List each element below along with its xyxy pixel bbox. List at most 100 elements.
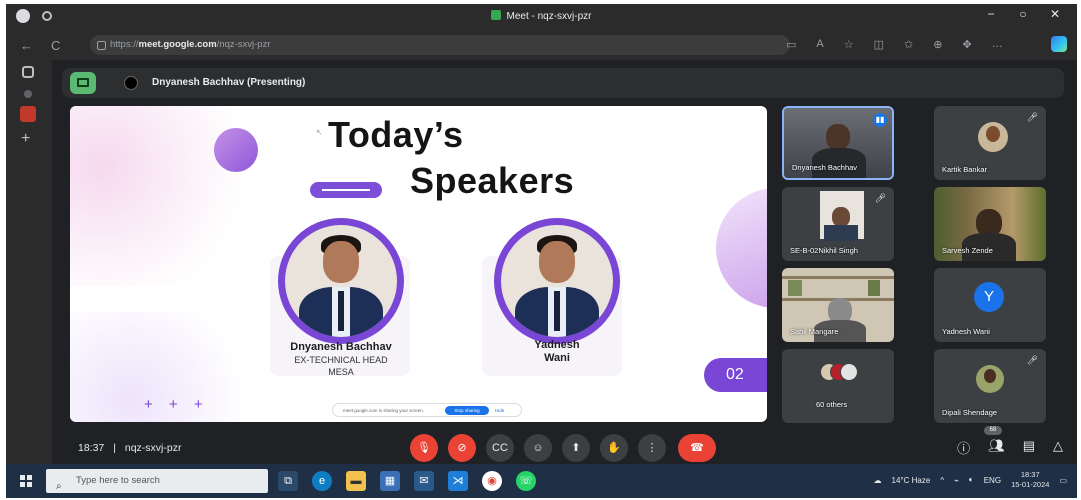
- more-menu-icon[interactable]: …: [992, 38, 1003, 51]
- collections-icon[interactable]: ⊕: [933, 38, 942, 51]
- presented-slide: ↖ Today’s Speakers Dnyanesh Bachhav EX-T…: [70, 106, 767, 422]
- participant-tile[interactable]: Sarvesh Zende: [934, 187, 1046, 261]
- store-icon[interactable]: ▦: [380, 471, 400, 491]
- participant-tile[interactable]: 🎤︎ Dipali Shendage: [934, 349, 1046, 423]
- slide-title-line2: Speakers: [410, 160, 575, 201]
- stop-sharing-button[interactable]: Stop sharing: [445, 406, 489, 415]
- notifications-icon[interactable]: ▭: [1059, 476, 1067, 485]
- participant-name: Kartik Bankar: [942, 165, 988, 174]
- meeting-details-icon[interactable]: ⓘ: [957, 438, 970, 457]
- people-icon[interactable]: 👥︎: [988, 438, 1005, 457]
- slide-title-line1: Today’s: [328, 114, 464, 155]
- extensions-icon[interactable]: ✥: [962, 38, 971, 51]
- share-notice-text: meet.google.com is sharing your screen.: [343, 408, 425, 413]
- windows-taskbar: ⌕ Type here to search ⧉ e ▬ ▦ ✉ ⋊ ◉ ☏ ☁ …: [6, 464, 1077, 498]
- speaker-photo: [285, 225, 397, 337]
- slide-decoration-circle: [716, 188, 767, 308]
- speaking-indicator-icon: ▮▮: [873, 113, 887, 127]
- url-prefix: https://: [110, 39, 139, 50]
- search-icon: ⌕: [56, 481, 62, 492]
- participant-tile[interactable]: 🎤︎ SE-B-02Nikhil Singh: [782, 187, 894, 261]
- read-aloud-icon[interactable]: A: [816, 38, 823, 51]
- system-tray: ☁ 14°C Haze ^ ⌁ 🔈︎ ENG 18:37 15-01-2024 …: [874, 470, 1067, 490]
- participant-name: Yadnesh Wani: [942, 327, 990, 336]
- reload-button[interactable]: C: [51, 38, 60, 53]
- search-placeholder: Type here to search: [76, 475, 160, 486]
- back-button[interactable]: ←: [20, 38, 33, 53]
- participant-name: Sahil Mangare: [790, 327, 839, 336]
- edge-browser-icon[interactable]: e: [312, 471, 332, 491]
- favorites-icon[interactable]: ✩: [904, 38, 913, 51]
- more-options-button[interactable]: ⋮: [638, 434, 666, 462]
- participant-tile[interactable]: Y Yadnesh Wani: [934, 268, 1046, 342]
- network-icon[interactable]: ⌁: [954, 476, 959, 485]
- speaker-photo-ring: [278, 218, 404, 344]
- mic-toggle-button[interactable]: 🎙: [410, 434, 438, 462]
- participant-count-badge: 68: [984, 426, 1002, 435]
- mail-icon[interactable]: ✉: [414, 471, 434, 491]
- volume-icon[interactable]: 🔈︎: [969, 475, 974, 485]
- taskbar-clock[interactable]: 18:37 15-01-2024: [1011, 470, 1049, 490]
- mic-off-icon: 🎤︎: [874, 193, 886, 203]
- participant-avatar: Y: [974, 282, 1004, 312]
- activities-icon[interactable]: △: [1053, 438, 1063, 457]
- present-screen-button[interactable]: ⬆: [562, 434, 590, 462]
- captions-button[interactable]: CC: [486, 434, 514, 462]
- weather-text[interactable]: 14°C Haze: [892, 476, 931, 485]
- hang-up-button[interactable]: ☎: [678, 434, 716, 462]
- meeting-info: 18:37 | nqz-sxvj-pzr: [78, 442, 181, 454]
- meet-logo-icon: [491, 10, 502, 20]
- slide-decoration-bar: [310, 182, 382, 198]
- lock-icon: [97, 41, 106, 50]
- sidebar-record-icon[interactable]: [20, 106, 36, 122]
- emoji-reaction-button[interactable]: ☺: [524, 434, 552, 462]
- participant-tile[interactable]: Sahil Mangare: [782, 268, 894, 342]
- vscode-icon[interactable]: ⋊: [448, 471, 468, 491]
- copilot-icon[interactable]: [1051, 36, 1067, 52]
- windows-start-icon[interactable]: [20, 475, 32, 487]
- meeting-code: nqz-sxvj-pzr: [124, 442, 182, 454]
- file-explorer-icon[interactable]: ▬: [346, 471, 366, 491]
- weather-icon[interactable]: ☁: [874, 476, 882, 485]
- tabs-panel-icon[interactable]: [22, 66, 34, 78]
- url-field[interactable]: https://meet.google.com/nqz-sxvj-pzr: [90, 35, 790, 55]
- maximize-button[interactable]: ○: [1007, 7, 1039, 21]
- task-view-icon[interactable]: ⧉: [278, 471, 298, 491]
- speaker-photo-ring: [494, 218, 620, 344]
- whatsapp-icon[interactable]: ☏: [516, 471, 536, 491]
- screen-cast-icon[interactable]: ▭: [786, 38, 796, 51]
- taskbar-search-input[interactable]: ⌕ Type here to search: [46, 469, 268, 493]
- add-sidebar-icon[interactable]: +: [21, 131, 37, 147]
- minimize-button[interactable]: −: [975, 7, 1007, 21]
- presenter-label: Dnyanesh Bachhav (Presenting): [152, 77, 306, 88]
- slide-decoration-circle: [214, 128, 258, 172]
- close-button[interactable]: ✕: [1039, 7, 1071, 21]
- hide-share-notice-button[interactable]: Hide: [495, 404, 504, 418]
- chat-icon[interactable]: ▤: [1023, 438, 1035, 457]
- presentation-icon[interactable]: [70, 72, 96, 94]
- others-count: 60 others: [816, 400, 848, 409]
- participant-tile[interactable]: ▮▮ Dnyanesh Bachhav: [782, 106, 894, 180]
- chrome-icon[interactable]: ◉: [482, 471, 502, 491]
- url-path: /nqz-sxvj-pzr: [216, 39, 271, 50]
- favorite-star-icon[interactable]: ☆: [844, 38, 854, 51]
- presenting-bar: Dnyanesh Bachhav (Presenting): [62, 68, 1064, 98]
- speaker-org: MESA: [328, 367, 354, 377]
- meet-window: Dnyanesh Bachhav (Presenting) ↖ Today’s …: [52, 60, 1077, 464]
- meeting-time: 18:37: [78, 442, 105, 454]
- camera-toggle-button[interactable]: ⊘: [448, 434, 476, 462]
- sidebar-app-icon[interactable]: [24, 90, 32, 98]
- browser-sidebar: +: [6, 60, 52, 464]
- speaker-name-last: Wani: [544, 352, 570, 364]
- others-tile[interactable]: 60 others: [782, 349, 894, 423]
- url-host: meet.google.com: [138, 39, 217, 50]
- speaker-name-first: Yadnesh: [534, 339, 580, 351]
- language-indicator[interactable]: ENG: [984, 476, 1001, 485]
- show-hidden-icons-icon[interactable]: ^: [940, 476, 944, 485]
- raise-hand-button[interactable]: ✋: [600, 434, 628, 462]
- clock-time: 18:37: [1020, 470, 1040, 479]
- speaker-role: EX-TECHNICAL HEAD: [294, 355, 388, 365]
- participant-tile[interactable]: 🎤︎ Kartik Bankar: [934, 106, 1046, 180]
- split-screen-icon[interactable]: ◫: [874, 38, 884, 51]
- cursor-icon: ↖: [316, 128, 323, 137]
